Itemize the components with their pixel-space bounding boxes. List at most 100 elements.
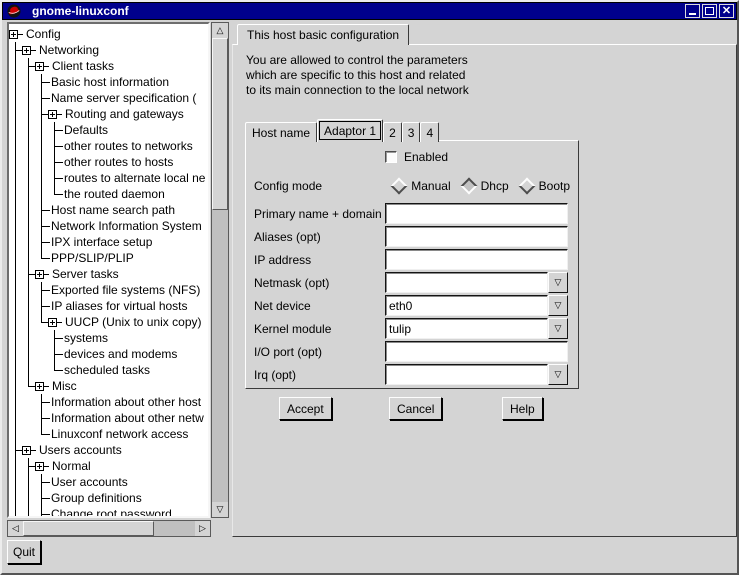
scroll-up-icon: △: [217, 26, 224, 35]
tree-item[interactable]: Server tasks: [9, 266, 208, 282]
tree-item[interactable]: Name server specification (: [9, 90, 208, 106]
config-tree[interactable]: ConfigNetworkingClient tasksBasic host i…: [7, 22, 210, 518]
config-mode-row: Config mode ManualDhcpBootp: [246, 177, 570, 195]
tab-this-host-basic-configuration[interactable]: This host basic configuration: [237, 24, 409, 45]
tree-item[interactable]: systems: [9, 330, 208, 346]
tree-item[interactable]: Linuxconf network access: [9, 426, 208, 442]
tree-item[interactable]: Defaults: [9, 122, 208, 138]
radio-dhcp[interactable]: Dhcp: [463, 179, 509, 193]
scroll-down-button[interactable]: ▽: [212, 502, 228, 517]
titlebar[interactable]: gnome-linuxconf ✕: [2, 2, 737, 20]
tree-guide: [18, 34, 23, 35]
tree-item[interactable]: routes to alternate local ne: [9, 170, 208, 186]
ip-address-input[interactable]: [385, 249, 568, 270]
cancel-button[interactable]: Cancel: [389, 397, 442, 420]
tree-item[interactable]: Config: [9, 26, 208, 42]
tree-item[interactable]: Change root password: [9, 506, 208, 518]
aliases-opt--input[interactable]: [385, 226, 568, 247]
tree-item[interactable]: devices and modems: [9, 346, 208, 362]
kernel-module-input[interactable]: [385, 318, 548, 339]
tree-item[interactable]: IP aliases for virtual hosts: [9, 298, 208, 314]
tree-item[interactable]: Basic host information: [9, 74, 208, 90]
tab-2[interactable]: 2: [383, 122, 402, 142]
netmask-opt--input[interactable]: [385, 272, 548, 293]
expander-plus-icon[interactable]: [35, 462, 44, 471]
tree-item[interactable]: Networking: [9, 42, 208, 58]
tree-horizontal-scrollbar[interactable]: ◁ ▷: [7, 520, 211, 537]
tree-item-label: Network Information System: [51, 219, 202, 233]
close-icon: ✕: [722, 6, 731, 17]
expander-plus-icon[interactable]: [22, 46, 31, 55]
tree-guide: [31, 450, 36, 451]
expander-plus-icon[interactable]: [48, 110, 57, 119]
tree-item[interactable]: other routes to hosts: [9, 154, 208, 170]
primary-name-domain-input[interactable]: [385, 203, 568, 224]
scroll-right-button[interactable]: ▷: [195, 521, 210, 536]
radio-manual[interactable]: Manual: [393, 179, 450, 193]
expander-plus-icon[interactable]: [35, 382, 44, 391]
dropdown-arrow-button[interactable]: ▽: [548, 272, 568, 293]
close-button[interactable]: ✕: [719, 4, 734, 18]
tree-item[interactable]: Information about other netw: [9, 410, 208, 426]
dropdown-arrow-button[interactable]: ▽: [548, 364, 568, 385]
tree-guide: [35, 410, 48, 426]
intro-line: You are allowed to control the parameter…: [246, 53, 469, 68]
tree-guide: [22, 106, 35, 122]
tree-item[interactable]: scheduled tasks: [9, 362, 208, 378]
minimize-button[interactable]: [685, 4, 700, 18]
horizontal-scroll-trough[interactable]: [154, 521, 195, 536]
irq-opt--input[interactable]: [385, 364, 548, 385]
maximize-button[interactable]: [702, 4, 717, 18]
help-button[interactable]: Help: [502, 397, 543, 420]
vertical-scroll-thumb[interactable]: [212, 38, 228, 210]
tree-guide: [9, 298, 22, 314]
intro-line: to its main connection to the local netw…: [246, 83, 469, 98]
net-device-input[interactable]: [385, 295, 548, 316]
tree-guide: [35, 170, 48, 186]
expander-plus-icon[interactable]: [35, 62, 44, 71]
expander-plus-icon[interactable]: [22, 446, 31, 455]
tab-4[interactable]: 4: [420, 122, 439, 142]
tree-item-label: Normal: [52, 459, 91, 473]
tree-item[interactable]: Host name search path: [9, 202, 208, 218]
radio-bootp[interactable]: Bootp: [521, 179, 570, 193]
expander-plus-icon[interactable]: [9, 30, 18, 39]
expander-plus-icon[interactable]: [35, 270, 44, 279]
expander-plus-icon[interactable]: [48, 318, 57, 327]
form-row: I/O port (opt): [246, 340, 578, 363]
scroll-up-button[interactable]: △: [212, 23, 228, 38]
tree-item[interactable]: Routing and gateways: [9, 106, 208, 122]
tree-vertical-scrollbar[interactable]: △ ▽: [211, 22, 229, 518]
tree-item[interactable]: UUCP (Unix to unix copy): [9, 314, 208, 330]
tree-item[interactable]: Network Information System: [9, 218, 208, 234]
tree-item[interactable]: the routed daemon: [9, 186, 208, 202]
tab-host-name[interactable]: Host name: [245, 122, 317, 142]
tree-item[interactable]: PPP/SLIP/PLIP: [9, 250, 208, 266]
field-label: Aliases (opt): [246, 230, 385, 244]
tree-item[interactable]: Information about other host: [9, 394, 208, 410]
tree-item[interactable]: Misc: [9, 378, 208, 394]
tab-3[interactable]: 3: [402, 122, 421, 142]
tree-item[interactable]: Group definitions: [9, 490, 208, 506]
tree-item[interactable]: Client tasks: [9, 58, 208, 74]
tree-guide: [9, 506, 22, 518]
tree-item[interactable]: Users accounts: [9, 442, 208, 458]
quit-button[interactable]: Quit: [7, 540, 41, 564]
tree-item[interactable]: Exported file systems (NFS): [9, 282, 208, 298]
vertical-scroll-trough[interactable]: [212, 210, 228, 502]
tab-adaptor-1[interactable]: Adaptor 1: [317, 119, 383, 142]
i-o-port-opt--input[interactable]: [385, 341, 568, 362]
tree-item[interactable]: IPX interface setup: [9, 234, 208, 250]
dropdown-arrow-button[interactable]: ▽: [548, 295, 568, 316]
accept-button[interactable]: Accept: [279, 397, 332, 420]
tree-guide: [9, 378, 22, 394]
scroll-left-button[interactable]: ◁: [8, 521, 23, 536]
tree-item-label: Information about other host: [51, 395, 201, 409]
tree-item[interactable]: User accounts: [9, 474, 208, 490]
tree-item[interactable]: other routes to networks: [9, 138, 208, 154]
horizontal-scroll-thumb[interactable]: [23, 521, 154, 536]
tree-item[interactable]: Normal: [9, 458, 208, 474]
dropdown-arrow-button[interactable]: ▽: [548, 318, 568, 339]
tree-item-label: devices and modems: [64, 347, 177, 361]
enabled-checkbox[interactable]: [385, 151, 397, 163]
